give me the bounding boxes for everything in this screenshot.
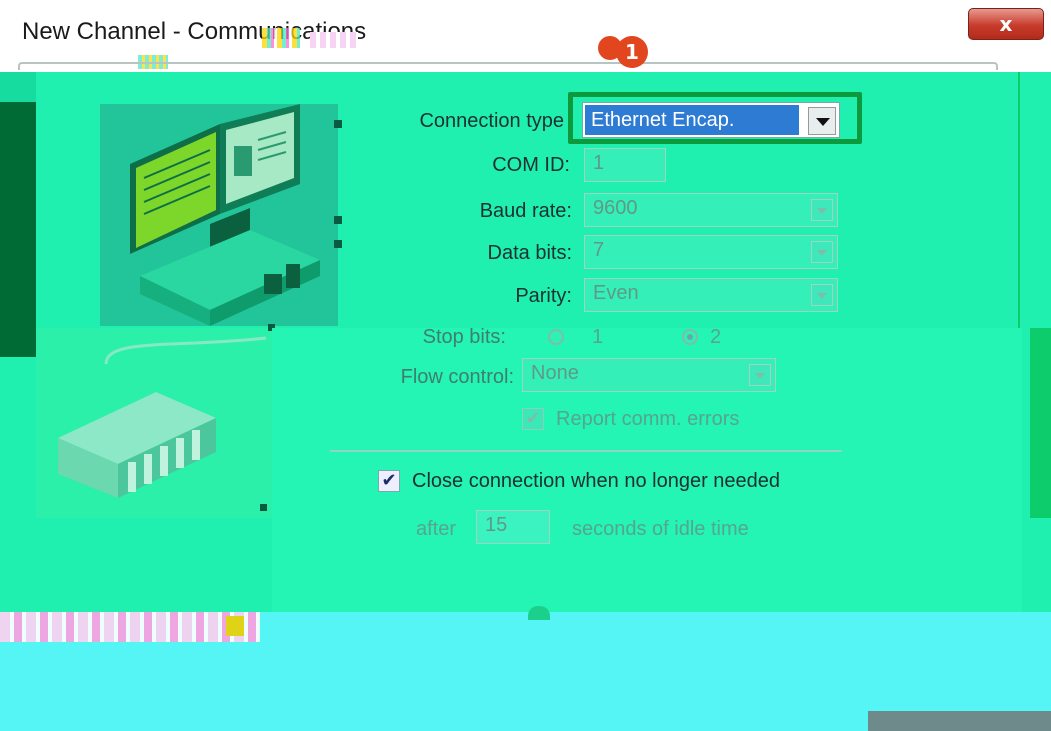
plc-illustration bbox=[36, 324, 275, 518]
marker bbox=[334, 120, 342, 128]
chevron-down-icon[interactable] bbox=[811, 284, 833, 306]
step-badge: 1 bbox=[616, 36, 648, 68]
marker bbox=[334, 216, 342, 224]
close-button[interactable]: x bbox=[968, 8, 1044, 40]
connection-type-value: Ethernet Encap. bbox=[585, 105, 799, 135]
connection-type-label: Connection type bbox=[419, 110, 564, 132]
left-edge-dark bbox=[0, 102, 36, 357]
stop-bits-option-1: 1 bbox=[592, 326, 604, 348]
report-errors-checkbox[interactable]: ✔ bbox=[522, 408, 544, 430]
left-edge bbox=[0, 72, 36, 102]
baud-rate-label: Baud rate: bbox=[479, 200, 572, 222]
footer-artifact bbox=[0, 612, 260, 642]
baud-rate-value: 9600 bbox=[593, 197, 638, 219]
flow-control-value: None bbox=[531, 362, 579, 384]
idle-prefix: after bbox=[416, 518, 457, 540]
chevron-down-icon[interactable] bbox=[808, 107, 836, 135]
idle-suffix: seconds of idle time bbox=[572, 518, 749, 540]
right-edge bbox=[1018, 72, 1051, 328]
right-edge-lower bbox=[1030, 328, 1051, 518]
stop-bits-radio-2[interactable] bbox=[682, 329, 698, 345]
stop-bits-option-2: 2 bbox=[710, 326, 722, 348]
idle-seconds-input[interactable]: 15 bbox=[476, 510, 550, 544]
stop-bits-label: Stop bits: bbox=[422, 326, 506, 348]
com-id-input[interactable]: 1 bbox=[584, 148, 666, 182]
flow-control-label: Flow control: bbox=[400, 366, 514, 388]
bottom-corner-block bbox=[868, 711, 1051, 731]
parity-label: Parity: bbox=[515, 285, 572, 307]
tab-outline bbox=[18, 62, 998, 70]
title-artifact bbox=[262, 28, 300, 48]
title-bar: New Channel - Communications 1 x bbox=[0, 0, 1051, 72]
data-bits-label: Data bits: bbox=[487, 242, 572, 264]
footer-artifact bbox=[226, 616, 244, 636]
chevron-down-icon[interactable] bbox=[811, 199, 833, 221]
marker bbox=[260, 504, 267, 511]
computer-illustration bbox=[100, 104, 342, 326]
bottom-artifact bbox=[528, 606, 550, 620]
marker bbox=[334, 240, 342, 248]
data-bits-select[interactable]: 7 bbox=[584, 235, 838, 269]
baud-rate-select[interactable]: 9600 bbox=[584, 193, 838, 227]
report-errors-label: Report comm. errors bbox=[556, 408, 740, 430]
flow-control-select[interactable]: None bbox=[522, 358, 776, 392]
computer-icon bbox=[130, 104, 320, 326]
close-connection-checkbox[interactable]: ✔ bbox=[378, 470, 400, 492]
title-artifact bbox=[310, 32, 358, 48]
plc-icon bbox=[58, 336, 267, 498]
parity-value: Even bbox=[593, 282, 639, 304]
separator bbox=[330, 450, 842, 452]
close-connection-label: Close connection when no longer needed bbox=[412, 470, 781, 492]
com-id-label: COM ID: bbox=[492, 154, 570, 176]
stop-bits-radio-1[interactable] bbox=[548, 329, 564, 345]
chevron-down-icon[interactable] bbox=[811, 241, 833, 263]
parity-select[interactable]: Even bbox=[584, 278, 838, 312]
data-bits-value: 7 bbox=[593, 239, 605, 261]
connection-type-select[interactable]: Ethernet Encap. bbox=[582, 102, 840, 138]
chevron-down-icon[interactable] bbox=[749, 364, 771, 386]
